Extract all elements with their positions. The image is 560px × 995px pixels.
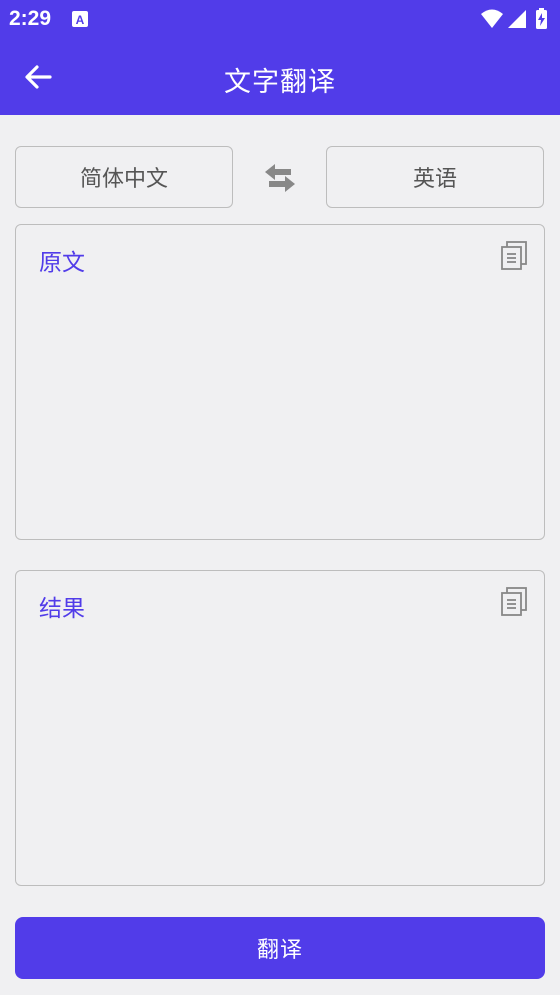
source-text-area[interactable]: 原文	[15, 224, 545, 540]
wifi-icon	[481, 9, 503, 28]
status-time: 2:29	[9, 7, 52, 30]
result-text-area[interactable]: 结果	[15, 570, 545, 886]
status-bar: 2:29 A	[0, 0, 560, 38]
battery-charging-icon	[536, 8, 547, 29]
swap-arrows-icon	[265, 164, 295, 192]
signal-icon	[508, 10, 526, 28]
target-language-selector[interactable]: 英语	[326, 146, 544, 208]
status-icons	[481, 8, 547, 29]
source-language-selector[interactable]: 简体中文	[15, 146, 233, 208]
page-title: 文字翻译	[224, 67, 336, 98]
swap-languages-button[interactable]	[262, 160, 298, 196]
copy-icon	[501, 241, 527, 270]
result-label: 结果	[39, 596, 85, 622]
source-copy-button[interactable]	[498, 239, 530, 271]
result-copy-button[interactable]	[498, 585, 530, 617]
copy-icon	[501, 587, 527, 616]
notification-a-icon: A	[72, 11, 88, 27]
translate-button[interactable]: 翻译	[15, 917, 545, 979]
app-bar: 文字翻译	[0, 38, 560, 115]
source-label: 原文	[39, 250, 85, 276]
svg-text:A: A	[76, 13, 85, 27]
